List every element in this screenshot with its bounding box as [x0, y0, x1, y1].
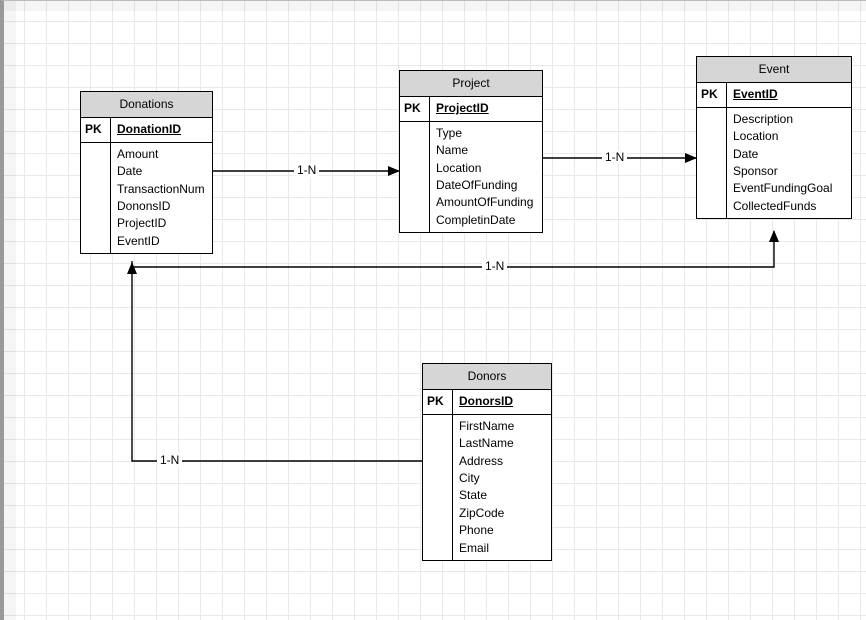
- pk-row: PK DonationID: [81, 118, 212, 142]
- pk-field: DonationID: [111, 118, 212, 141]
- entity-title: Donors: [423, 364, 551, 390]
- attr: Name: [436, 142, 536, 159]
- attr: CollectedFunds: [733, 198, 845, 215]
- attr: Amount: [117, 146, 206, 163]
- attrs-row: Type Name Location DateOfFunding AmountO…: [400, 122, 542, 232]
- attrs-pk-col: [81, 143, 111, 253]
- attr: DateOfFunding: [436, 177, 536, 194]
- entity-title: Donations: [81, 92, 212, 118]
- attrs-row: FirstName LastName Address City State Zi…: [423, 415, 551, 560]
- attr: Email: [459, 540, 545, 557]
- attr: EventFundingGoal: [733, 180, 845, 197]
- ruler-left: [4, 1, 16, 620]
- pk-row: PK ProjectID: [400, 97, 542, 121]
- diagram-canvas[interactable]: Donations PK DonationID Amount Date Tran…: [0, 0, 866, 620]
- entity-title: Event: [697, 57, 851, 83]
- attr: City: [459, 470, 545, 487]
- attr: TransactionNum: [117, 181, 206, 198]
- attr: Date: [117, 163, 206, 180]
- edge-donors-donations: [132, 263, 422, 461]
- attr: EventID: [117, 233, 206, 250]
- attrs-row: Description Location Date Sponsor EventF…: [697, 108, 851, 218]
- attr: Type: [436, 125, 536, 142]
- attrs-pk-col: [697, 108, 727, 218]
- pk-field: DonorsID: [453, 390, 551, 413]
- attrs-pk-col: [400, 122, 430, 232]
- cardinality-donations-project: 1-N: [294, 163, 319, 177]
- attrs-list: Description Location Date Sponsor EventF…: [727, 108, 851, 218]
- attrs-pk-col: [423, 415, 453, 560]
- ruler-top: [4, 1, 866, 11]
- entity-donations[interactable]: Donations PK DonationID Amount Date Tran…: [80, 91, 213, 254]
- attr: Sponsor: [733, 163, 845, 180]
- attr: Date: [733, 146, 845, 163]
- attrs-list: Type Name Location DateOfFunding AmountO…: [430, 122, 542, 232]
- entity-project[interactable]: Project PK ProjectID Type Name Location …: [399, 70, 543, 233]
- pk-label: PK: [81, 118, 111, 141]
- attr: ProjectID: [117, 215, 206, 232]
- attrs-list: Amount Date TransactionNum DononsID Proj…: [111, 143, 212, 253]
- entity-donors[interactable]: Donors PK DonorsID FirstName LastName Ad…: [422, 363, 552, 561]
- edge-donations-event: [132, 231, 774, 267]
- attr: LastName: [459, 435, 545, 452]
- attr: ZipCode: [459, 505, 545, 522]
- pk-label: PK: [423, 390, 453, 413]
- entity-event[interactable]: Event PK EventID Description Location Da…: [696, 56, 852, 219]
- attrs-list: FirstName LastName Address City State Zi…: [453, 415, 551, 560]
- cardinality-donations-event: 1-N: [482, 259, 507, 273]
- attr: Location: [436, 160, 536, 177]
- attr: FirstName: [459, 418, 545, 435]
- attr: Phone: [459, 522, 545, 539]
- attrs-row: Amount Date TransactionNum DononsID Proj…: [81, 143, 212, 253]
- attr: Location: [733, 128, 845, 145]
- attr: Description: [733, 111, 845, 128]
- attr: DononsID: [117, 198, 206, 215]
- entity-title: Project: [400, 71, 542, 97]
- pk-label: PK: [697, 83, 727, 106]
- cardinality-project-event: 1-N: [602, 150, 627, 164]
- attr: CompletinDate: [436, 212, 536, 229]
- attr: AmountOfFunding: [436, 194, 536, 211]
- cardinality-donors-donations: 1-N: [157, 453, 182, 467]
- attr: State: [459, 487, 545, 504]
- pk-row: PK EventID: [697, 83, 851, 107]
- pk-label: PK: [400, 97, 430, 120]
- pk-field: ProjectID: [430, 97, 542, 120]
- pk-row: PK DonorsID: [423, 390, 551, 414]
- attr: Address: [459, 453, 545, 470]
- pk-field: EventID: [727, 83, 851, 106]
